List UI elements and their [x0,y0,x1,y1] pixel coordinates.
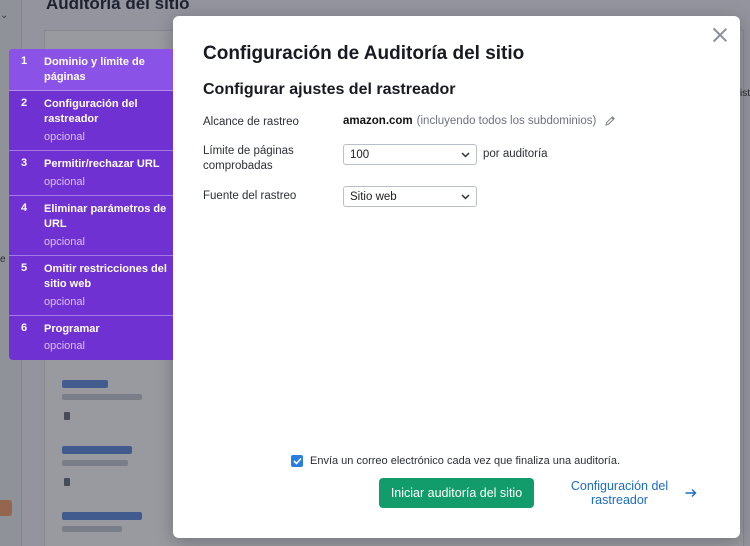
step-schedule[interactable]: 6 Programar opcional [9,316,173,360]
arrow-right-icon [685,489,696,497]
close-icon[interactable] [710,25,730,45]
page-limit-label: Límite de páginas comprobadas [203,145,294,172]
step-number: 3 [21,157,28,169]
crawl-scope-note: (incluyendo todos los subdominios) [416,115,597,127]
step-remove-url-parameters[interactable]: 4 Eliminar parámetros de URL opcional [9,196,173,256]
step-title: Eliminar parámetros de URL [44,203,167,230]
crawl-scope-domain: amazon.com [343,115,413,127]
email-notification-label: Envía un correo electrónico cada vez que… [310,455,621,467]
step-optional: opcional [44,176,85,188]
step-number: 5 [21,262,28,274]
step-title: Configuración del rastreador [44,98,138,125]
chevron-down-icon [461,193,470,200]
setup-steps-sidebar: 1 Dominio y límite de páginas 2 Configur… [9,49,173,360]
step-title: Permitir/rechazar URL [44,158,160,170]
step-bypass-website-restrictions[interactable]: 5 Omitir restricciones del sitio web opc… [9,256,173,316]
step-number: 6 [21,322,28,334]
page-limit-select[interactable]: 100 [343,144,477,165]
step-allow-disallow-urls[interactable]: 3 Permitir/rechazar URL opcional [9,151,173,196]
step-optional: opcional [44,236,85,248]
step-domain-and-page-limit[interactable]: 1 Dominio y límite de páginas [9,49,173,91]
modal-subtitle: Configurar ajustes del rastreador [203,81,456,98]
pencil-icon[interactable] [604,115,616,127]
step-optional: opcional [44,131,85,143]
step-title: Programar [44,323,100,335]
step-title: Omitir restricciones del sitio web [44,263,167,290]
step-number: 4 [21,202,28,214]
site-audit-settings-modal: Configuración de Auditoría del sitio Con… [173,16,740,538]
page-limit-selected: 100 [350,148,370,161]
email-notification-checkbox[interactable] [291,455,303,467]
step-number: 2 [21,97,28,109]
crawler-settings-next-button[interactable]: Configuración del rastreador [553,478,708,508]
step-crawler-settings[interactable]: 2 Configuración del rastreador opcional [9,91,173,151]
checkmark-icon [292,457,302,465]
crawl-source-label: Fuente del rastreo [203,190,297,202]
crawler-settings-next-label: Configuración del rastreador [570,479,669,507]
start-site-audit-button[interactable]: Iniciar auditoría del sitio [379,478,534,508]
crawl-source-select[interactable]: Sitio web [343,186,477,207]
modal-title: Configuración de Auditoría del sitio [203,43,525,64]
step-optional: opcional [44,340,85,352]
crawl-scope-value: amazon.com (incluyendo todos los subdomi… [343,115,616,127]
step-title: Dominio y límite de páginas [44,56,145,83]
crawl-source-selected: Sitio web [350,190,397,203]
crawl-scope-label: Alcance de rastreo [203,116,299,128]
chevron-down-icon [461,151,470,158]
step-number: 1 [21,55,28,67]
step-optional: opcional [44,296,85,308]
email-notification-row: Envía un correo electrónico cada vez que… [291,455,620,467]
page-limit-suffix: por auditoría [483,148,548,160]
